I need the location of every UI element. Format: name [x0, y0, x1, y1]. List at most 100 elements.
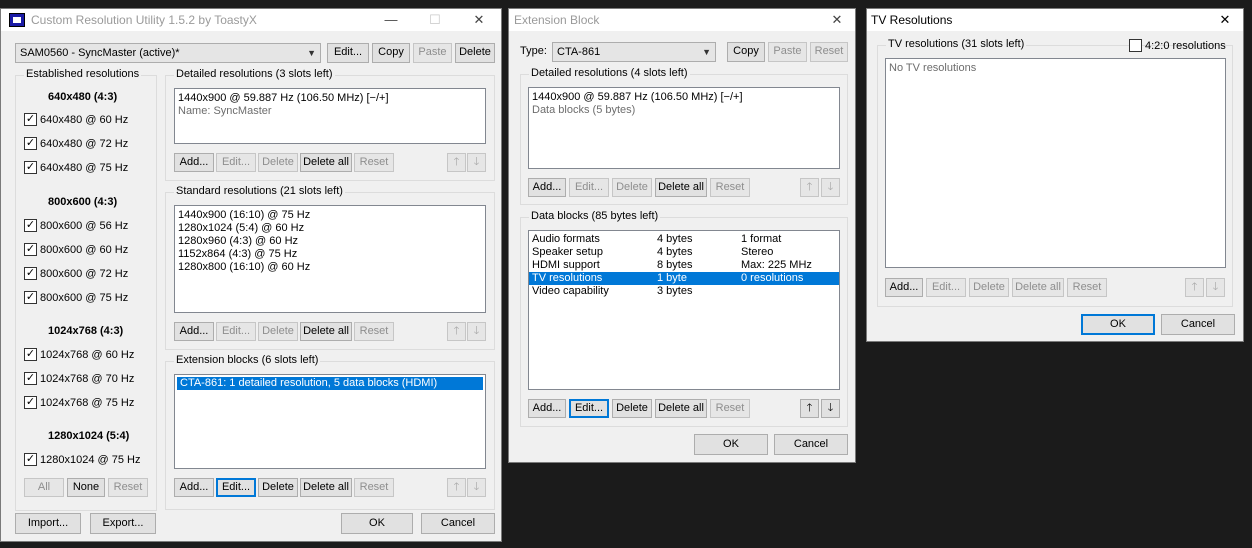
ext-detailed-reset-button[interactable]: Reset	[710, 178, 750, 197]
check-icon[interactable]: ✓	[24, 161, 37, 174]
detailed-edit-button[interactable]: Edit...	[216, 153, 256, 172]
ext-paste-button[interactable]: Paste	[768, 42, 807, 62]
list-item[interactable]: Data blocks (5 bytes)	[529, 104, 839, 117]
close-icon[interactable]: ✕	[819, 9, 855, 31]
move-up-icon[interactable]: 🡑	[800, 178, 819, 197]
established-all-button[interactable]: All	[24, 478, 64, 497]
table-row[interactable]: HDMI support 8 bytes Max: 225 MHz	[529, 259, 839, 272]
check-icon[interactable]: ✓	[24, 372, 37, 385]
move-up-icon[interactable]: 🡑	[447, 153, 466, 172]
tv-ok-button[interactable]: OK	[1081, 314, 1155, 335]
detailed-reset-button[interactable]: Reset	[354, 153, 394, 172]
table-row[interactable]: Speaker setup 4 bytes Stereo	[529, 246, 839, 259]
type-select[interactable]: CTA-861 ▼	[552, 42, 716, 62]
move-down-icon[interactable]: 🡓	[467, 478, 486, 497]
detailed-delete-all-button[interactable]: Delete all	[300, 153, 352, 172]
check-icon[interactable]: ✓	[24, 113, 37, 126]
extension-add-button[interactable]: Add...	[174, 478, 214, 497]
tv-delete-all-button[interactable]: Delete all	[1012, 278, 1064, 297]
list-item[interactable]: 1280x800 (16:10) @ 60 Hz	[175, 261, 485, 274]
tv-edit-button[interactable]: Edit...	[926, 278, 966, 297]
maximize-icon[interactable]: ☐	[413, 9, 457, 31]
main-titlebar[interactable]: Custom Resolution Utility 1.5.2 by Toast…	[1, 9, 501, 31]
ext-titlebar[interactable]: Extension Block ✕	[509, 9, 855, 31]
standard-list[interactable]: 1440x900 (16:10) @ 75 Hz 1280x1024 (5:4)…	[174, 205, 486, 313]
move-up-icon[interactable]: 🡑	[1185, 278, 1204, 297]
established-none-button[interactable]: None	[67, 478, 105, 497]
extension-edit-button[interactable]: Edit...	[216, 478, 256, 497]
move-down-icon[interactable]: 🡓	[821, 178, 840, 197]
standard-reset-button[interactable]: Reset	[354, 322, 394, 341]
standard-edit-button[interactable]: Edit...	[216, 322, 256, 341]
monitor-edit-button[interactable]: Edit...	[327, 43, 369, 63]
tv-cancel-button[interactable]: Cancel	[1161, 314, 1235, 335]
close-icon[interactable]: ✕	[457, 9, 501, 31]
data-blocks-list[interactable]: Audio formats 4 bytes 1 format Speaker s…	[528, 230, 840, 390]
check-icon[interactable]: ✓	[24, 267, 37, 280]
check-icon[interactable]: ✓	[24, 137, 37, 150]
ext-detailed-delete-all-button[interactable]: Delete all	[655, 178, 707, 197]
detailed-list[interactable]: 1440x900 @ 59.887 Hz (106.50 MHz) [−/+] …	[174, 88, 486, 144]
monitor-paste-button[interactable]: Paste	[413, 43, 452, 63]
ext-detailed-delete-button[interactable]: Delete	[612, 178, 652, 197]
data-blocks-edit-button[interactable]: Edit...	[569, 399, 609, 418]
minimize-icon[interactable]: —	[369, 9, 413, 31]
move-up-icon[interactable]: 🡑	[447, 478, 466, 497]
move-down-icon[interactable]: 🡓	[467, 153, 486, 172]
move-down-icon[interactable]: 🡓	[1206, 278, 1225, 297]
data-blocks-delete-button[interactable]: Delete	[612, 399, 652, 418]
list-item[interactable]: 1440x900 (16:10) @ 75 Hz	[175, 209, 485, 222]
monitor-select[interactable]: SAM0560 - SyncMaster (active)* ▼	[15, 43, 321, 63]
table-row[interactable]: Audio formats 4 bytes 1 format	[529, 233, 839, 246]
ext-cancel-button[interactable]: Cancel	[774, 434, 848, 455]
ext-reset-button[interactable]: Reset	[810, 42, 848, 62]
extension-list[interactable]: CTA-861: 1 detailed resolution, 5 data b…	[174, 374, 486, 469]
standard-delete-button[interactable]: Delete	[258, 322, 298, 341]
data-blocks-delete-all-button[interactable]: Delete all	[655, 399, 707, 418]
list-item[interactable]: 1152x864 (4:3) @ 75 Hz	[175, 248, 485, 261]
list-item[interactable]: CTA-861: 1 detailed resolution, 5 data b…	[177, 377, 483, 390]
move-up-icon[interactable]: 🡑	[800, 399, 819, 418]
monitor-copy-button[interactable]: Copy	[372, 43, 410, 63]
check-icon[interactable]: ✓	[24, 396, 37, 409]
list-item[interactable]: 1280x960 (4:3) @ 60 Hz	[175, 235, 485, 248]
ext-ok-button[interactable]: OK	[694, 434, 768, 455]
export-button[interactable]: Export...	[90, 513, 156, 534]
monitor-delete-button[interactable]: Delete	[455, 43, 495, 63]
check-icon[interactable]: ✓	[24, 453, 37, 466]
tv-delete-button[interactable]: Delete	[969, 278, 1009, 297]
tv-list[interactable]: No TV resolutions	[885, 58, 1226, 268]
ext-detailed-list[interactable]: 1440x900 @ 59.887 Hz (106.50 MHz) [−/+] …	[528, 87, 840, 169]
check-icon[interactable]: ✓	[24, 243, 37, 256]
tv-add-button[interactable]: Add...	[885, 278, 923, 297]
extension-delete-button[interactable]: Delete	[258, 478, 298, 497]
ext-detailed-add-button[interactable]: Add...	[528, 178, 566, 197]
extension-delete-all-button[interactable]: Delete all	[300, 478, 352, 497]
move-down-icon[interactable]: 🡓	[821, 399, 840, 418]
import-button[interactable]: Import...	[15, 513, 81, 534]
extension-reset-button[interactable]: Reset	[354, 478, 394, 497]
list-item[interactable]: 1280x1024 (5:4) @ 60 Hz	[175, 222, 485, 235]
list-item[interactable]: 1440x900 @ 59.887 Hz (106.50 MHz) [−/+]	[175, 92, 485, 105]
ext-copy-button[interactable]: Copy	[727, 42, 765, 62]
table-row-selected[interactable]: TV resolutions 1 byte 0 resolutions	[529, 272, 839, 285]
table-row[interactable]: Video capability 3 bytes	[529, 285, 839, 298]
check-icon[interactable]: ✓	[24, 219, 37, 232]
established-reset-button[interactable]: Reset	[108, 478, 148, 497]
list-item[interactable]: Name: SyncMaster	[175, 105, 485, 118]
ext-detailed-edit-button[interactable]: Edit...	[569, 178, 609, 197]
ok-button[interactable]: OK	[341, 513, 413, 534]
close-icon[interactable]: ✕	[1207, 9, 1243, 31]
list-item[interactable]: 1440x900 @ 59.887 Hz (106.50 MHz) [−/+]	[529, 91, 839, 104]
move-down-icon[interactable]: 🡓	[467, 322, 486, 341]
detailed-add-button[interactable]: Add...	[174, 153, 214, 172]
data-blocks-add-button[interactable]: Add...	[528, 399, 566, 418]
check-icon[interactable]: ✓	[24, 291, 37, 304]
check-icon[interactable]: ✓	[24, 348, 37, 361]
standard-add-button[interactable]: Add...	[174, 322, 214, 341]
tv-reset-button[interactable]: Reset	[1067, 278, 1107, 297]
cancel-button[interactable]: Cancel	[421, 513, 495, 534]
checkbox-420[interactable]	[1129, 39, 1142, 52]
detailed-delete-button[interactable]: Delete	[258, 153, 298, 172]
move-up-icon[interactable]: 🡑	[447, 322, 466, 341]
